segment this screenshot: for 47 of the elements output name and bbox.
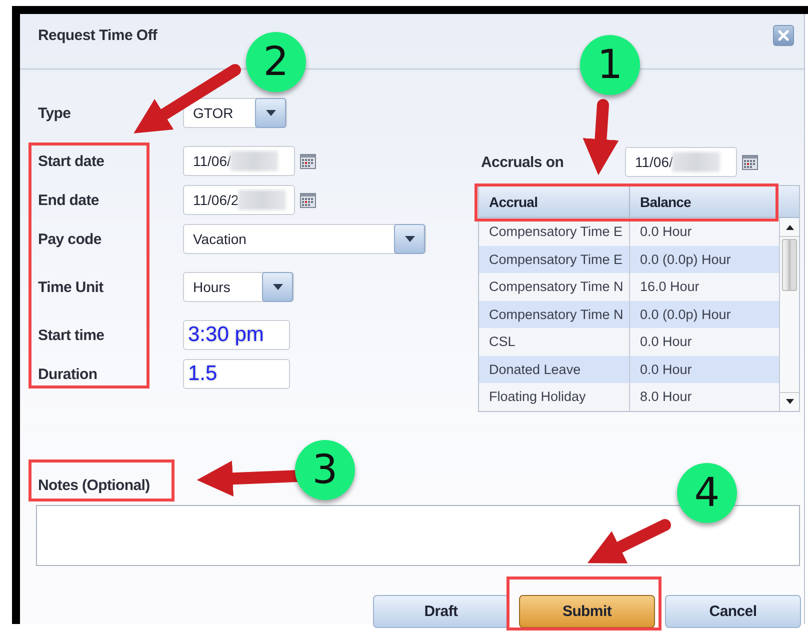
table-cell-text: 8.0 Hour [639,388,693,406]
draft-button[interactable]: Draft [373,594,509,628]
input-field[interactable]: 3:30 pm [183,320,290,350]
table-cell: Compensatory Time N [479,300,630,328]
table-cell-text: 0.0 Hour [639,333,693,352]
table-cell-text: 0.0 (0.0p) Hour [639,306,732,324]
date-field[interactable]: 11/06/ [183,146,295,176]
date-field[interactable]: 11/06/2 [183,185,295,215]
submit-button[interactable]: Submit [519,594,655,628]
field-label: Duration [38,366,98,382]
calendar-icon[interactable] [300,192,316,208]
window-title: Request Time Off [38,26,158,44]
field-label: Start time [38,326,106,344]
dropdown-field[interactable]: GTOR [183,98,287,128]
caret-icon [404,236,414,242]
calendar-icon[interactable] [300,154,316,168]
close-icon [778,30,789,40]
input-field[interactable]: 1.5 [183,359,290,389]
scroll-up-icon[interactable] [786,224,794,230]
field-label: Pay code [38,230,102,248]
accruals-label: Accruals on [480,154,565,170]
field-label: Start date [38,152,106,170]
notes-label: Notes (Optional) [38,476,150,494]
caret-icon [272,284,282,290]
calendar-icon[interactable] [742,154,758,170]
field-label: Type [38,104,72,122]
field-label: Time Unit [38,278,104,296]
field-label: End date [38,192,100,208]
caret-icon [266,110,276,116]
close-button[interactable] [773,24,794,46]
scroll-down-icon[interactable] [786,399,794,404]
cancel-button[interactable]: Cancel [665,594,801,628]
column-header[interactable]: Accrual [479,186,630,217]
table-cell: Floating Holiday [479,383,630,410]
date-field[interactable]: 11/06/ [625,147,737,177]
table-cell-text: 0.0 Hour [639,360,693,379]
table-cell: Compensatory Time E [479,246,630,273]
table-cell: Donated Leave [479,356,630,383]
notes-field[interactable] [36,504,800,566]
table-cell-text: 16.0 Hour [639,278,700,296]
scroll-thumb[interactable] [782,239,797,291]
column-header[interactable]: Balance [630,186,779,217]
table-cell-text: 0.0 (0.0p) Hour [639,250,732,269]
scrollbar[interactable] [779,218,799,410]
table-cell-text: 0.0 Hour [639,223,693,242]
dropdown-field[interactable]: Hours [183,272,294,302]
dropdown-field[interactable]: Vacation [183,224,426,254]
